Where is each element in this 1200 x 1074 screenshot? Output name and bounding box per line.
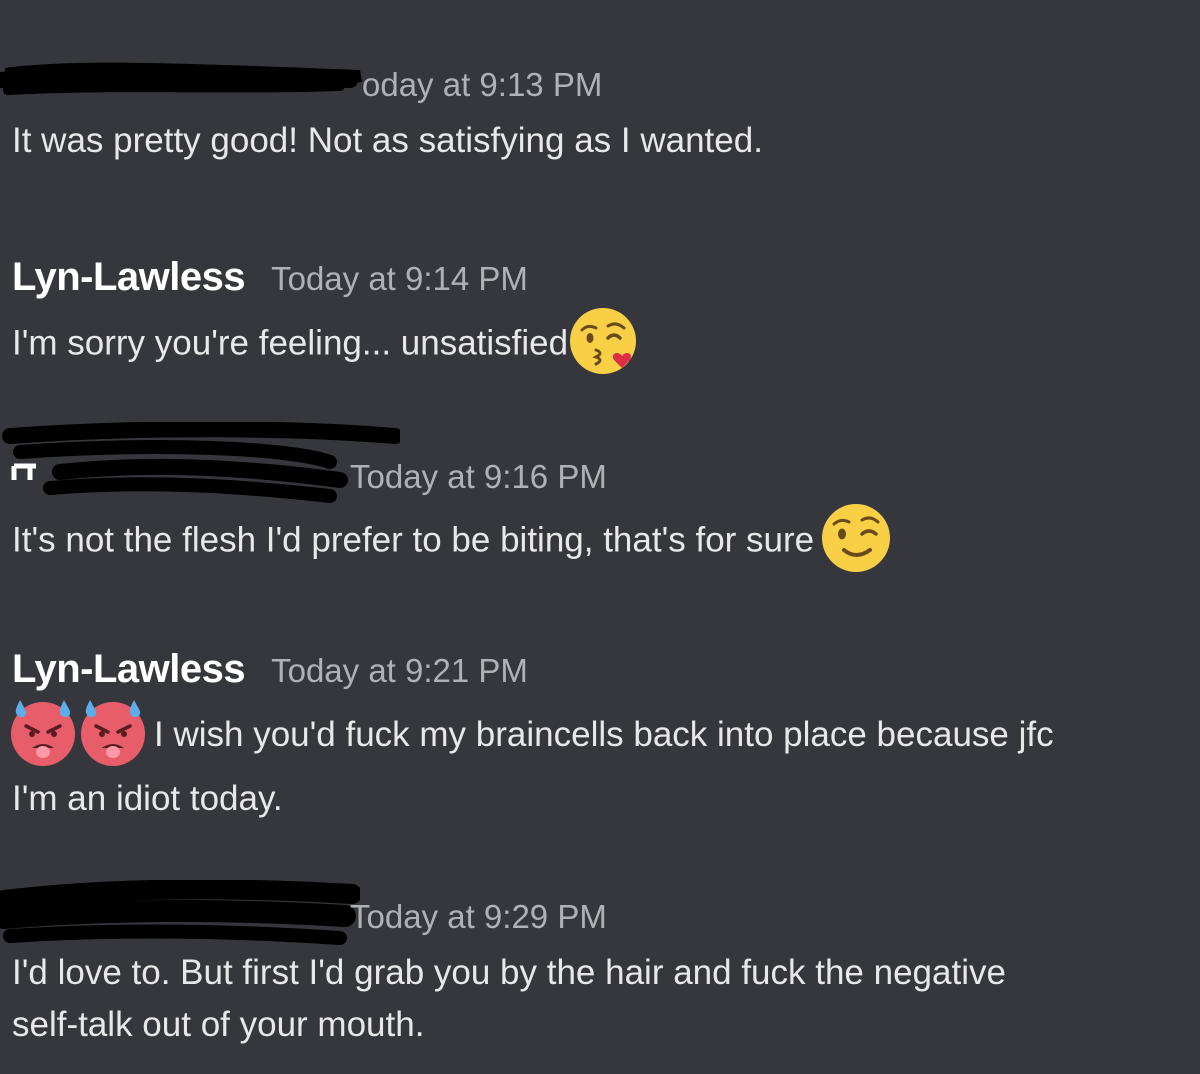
message-text-line: It's not the flesh I'd prefer to be biti… [12,504,892,574]
redaction-scribble [0,880,360,945]
message-timestamp: Today at 9:29 PM [350,898,607,935]
message-text: I'd love to. But first I'd grab you by t… [12,953,1006,992]
message-text: I'm sorry you're feeling... unsatisfied [12,323,569,363]
hot-sweating-face-emoji [81,700,145,766]
message-text-line: I wish you'd fuck my braincells back int… [11,700,1054,768]
redaction-scribble [2,422,400,503]
message-timestamp: Today at 9:14 PM [271,260,528,297]
username[interactable]: Lyn-Lawless [12,647,246,691]
message-header: Lyn-Lawless Today at 9:21 PM [12,647,528,692]
hot-sweating-face-emoji [11,700,75,766]
redaction-scribble [0,62,362,95]
message-text: self-talk out of your mouth. [12,1005,425,1044]
kissing-face-with-heart-emoji [570,308,637,374]
winking-face-emoji [822,504,891,572]
username[interactable]: Lyn-Lawless [12,255,246,299]
message-timestamp: oday at 9:13 PM [362,66,603,103]
message-text: It was pretty good! Not as satisfying as… [12,121,763,160]
message-timestamp: Today at 9:16 PM [350,458,607,495]
message-header: Lyn-Lawless Today at 9:14 PM [12,255,528,300]
message-text-line: I'm sorry you're feeling... unsatisfied [12,308,638,376]
message-timestamp: Today at 9:21 PM [271,652,528,689]
message-text: I'm an idiot today. [12,779,283,818]
message-text: I wish you'd fuck my braincells back int… [154,715,1054,755]
message-text: It's not the flesh I'd prefer to be biti… [12,520,815,560]
chat-screenshot: { "messages": [ { "author": "", "timesta… [0,0,1200,1074]
